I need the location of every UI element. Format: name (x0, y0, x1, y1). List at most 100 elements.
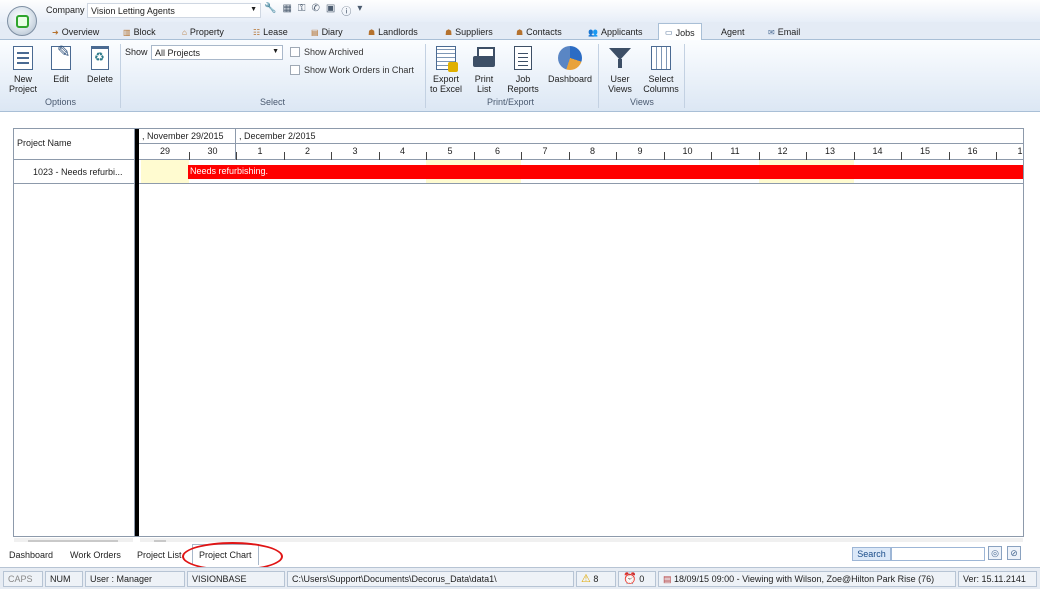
key-icon[interactable]: ⚿ (298, 3, 306, 18)
tab-landlords[interactable]: ☗ Landlords (368, 24, 418, 40)
tab-work-orders[interactable]: Work Orders (70, 550, 121, 560)
day-tick (189, 152, 190, 160)
tab-project-list[interactable]: Project List (137, 550, 182, 560)
day-tick (474, 152, 475, 160)
edit-button[interactable]: Edit (48, 46, 74, 84)
dashboard-button[interactable]: Dashboard (546, 46, 594, 84)
show-filter-value: All Projects (155, 48, 201, 58)
app-logo-icon (16, 15, 29, 28)
day-label: 7 (542, 146, 548, 156)
task-bar[interactable]: Needs refurbishing. (188, 165, 1023, 179)
tab-suppliers[interactable]: ☗ Suppliers (445, 24, 493, 40)
block-icon: ▥ (123, 27, 131, 37)
project-name-column-header[interactable]: Project Name (14, 129, 135, 160)
delete-button[interactable]: Delete (85, 46, 115, 84)
button-label: Reports (507, 84, 539, 94)
print-list-button[interactable]: Print List (471, 46, 497, 94)
group-separator (684, 44, 685, 108)
tab-label: Agent (721, 27, 745, 37)
ribbon-panel: New Project Edit Delete Options Show All… (0, 40, 1040, 112)
tab-label: Contacts (526, 27, 562, 37)
company-select[interactable]: Vision Letting Agents ▼ (87, 3, 261, 18)
appointment-info[interactable]: ▤ 18/09/15 09:00 - Viewing with Wilson, … (658, 571, 956, 587)
checkbox-label: Show Work Orders in Chart (304, 65, 414, 75)
new-project-button[interactable]: New Project (9, 46, 37, 94)
week-label: , November 29/2015 (142, 131, 224, 141)
user-views-button[interactable]: User Views (604, 46, 636, 94)
calculator-icon[interactable]: ▦ (282, 3, 291, 18)
excel-icon (436, 46, 458, 72)
checkbox-box[interactable] (290, 65, 300, 75)
printer-icon (472, 46, 496, 70)
binoculars-icon[interactable]: ◎ (988, 546, 1002, 560)
project-row-label[interactable]: 1023 - Needs refurbi... (14, 160, 135, 184)
landlords-icon: ☗ (368, 27, 376, 37)
tab-property[interactable]: ⌂ Property (182, 24, 224, 40)
warnings-indicator[interactable]: ⚠ 8 (576, 571, 616, 587)
day-label: 10 (682, 146, 693, 156)
phone-icon[interactable]: ✆ (312, 3, 320, 18)
contacts-icon: ☗ (516, 27, 524, 37)
tab-dashboard[interactable]: Dashboard (9, 550, 53, 560)
show-archived-checkbox[interactable]: Show Archived (290, 47, 364, 57)
button-label: Delete (86, 74, 113, 84)
export-to-excel-button[interactable]: Export to Excel (429, 46, 463, 94)
chevron-down-icon: ▼ (250, 6, 257, 13)
group-separator (425, 44, 426, 108)
columns-icon (651, 46, 671, 70)
day-scale: 29 30 1 2 3 4 5 6 7 8 9 10 11 12 13 14 15 16 1 (139, 144, 1023, 160)
options-group-label: Options (45, 97, 77, 107)
day-label: 6 (494, 146, 500, 156)
tab-diary[interactable]: ▤ Diary (311, 24, 343, 40)
show-work-orders-checkbox[interactable]: Show Work Orders in Chart (290, 65, 414, 75)
tab-agent[interactable]: Agent (721, 24, 745, 40)
clear-search-icon[interactable]: ⊘ (1007, 546, 1021, 560)
show-filter-select[interactable]: All Projects ▼ (151, 45, 283, 60)
help-icon[interactable]: ⓘ (341, 3, 351, 18)
day-tick (949, 152, 950, 160)
task-bar-label: Needs refurbishing. (190, 166, 269, 176)
checkbox-box[interactable] (290, 47, 300, 57)
warning-icon: ⚠ (581, 573, 591, 585)
day-tick (806, 152, 807, 160)
data-path: C:\Users\Support\Documents\Decorus_Data\… (287, 571, 574, 587)
jobs-icon: ▭ (665, 28, 673, 37)
applicants-icon: 👥 (588, 27, 598, 37)
job-reports-button[interactable]: Job Reports (506, 46, 540, 94)
day-label: 29 (159, 146, 170, 156)
button-label: Print (474, 74, 494, 84)
checkbox-label: Show Archived (304, 47, 364, 57)
qat-dropdown-icon[interactable]: ▾ (357, 3, 362, 18)
day-tick (569, 152, 570, 160)
day-tick (901, 152, 902, 160)
tab-label: Landlords (378, 27, 418, 37)
title-bar: Company Vision Letting Agents ▼ 🔧 ▦ ⚿ ✆ … (0, 0, 1040, 22)
search-button[interactable]: Search (852, 547, 891, 561)
wrench-icon[interactable]: 🔧 (264, 3, 276, 18)
day-tick (664, 152, 665, 160)
status-bar: CAPS NUM User : Manager VISIONBASE C:\Us… (0, 567, 1040, 589)
select-group-label: Select (260, 97, 286, 107)
weekend-shading (141, 160, 189, 183)
tab-contacts[interactable]: ☗ Contacts (516, 24, 562, 40)
tab-label: Property (189, 27, 224, 37)
day-label: 3 (352, 146, 358, 156)
search-input[interactable] (891, 547, 985, 561)
tab-jobs[interactable]: ▭ Jobs (658, 23, 702, 41)
tab-email[interactable]: ✉ Email (768, 24, 800, 40)
tab-lease[interactable]: ☷ Lease (253, 24, 288, 40)
alarms-indicator[interactable]: ⏰ 0 (618, 571, 656, 587)
button-label: Job (515, 74, 531, 84)
save-icon[interactable]: ▣ (326, 3, 335, 18)
chart-row: Needs refurbishing. (139, 160, 1023, 184)
application-menu-button[interactable] (7, 6, 37, 36)
tab-block[interactable]: ▥ Block (123, 24, 156, 40)
tab-applicants[interactable]: 👥 Applicants (588, 24, 643, 40)
day-tick (711, 152, 712, 160)
print-export-group-label: Print/Export (487, 97, 535, 107)
select-columns-button[interactable]: Select Columns (641, 46, 681, 94)
week-scale: , November 29/2015 , December 2/2015 (139, 129, 1023, 144)
tab-overview[interactable]: ➜ Overview (52, 24, 99, 40)
version-indicator: Ver: 15.11.2141 (958, 571, 1037, 587)
tab-label: Applicants (600, 27, 643, 37)
